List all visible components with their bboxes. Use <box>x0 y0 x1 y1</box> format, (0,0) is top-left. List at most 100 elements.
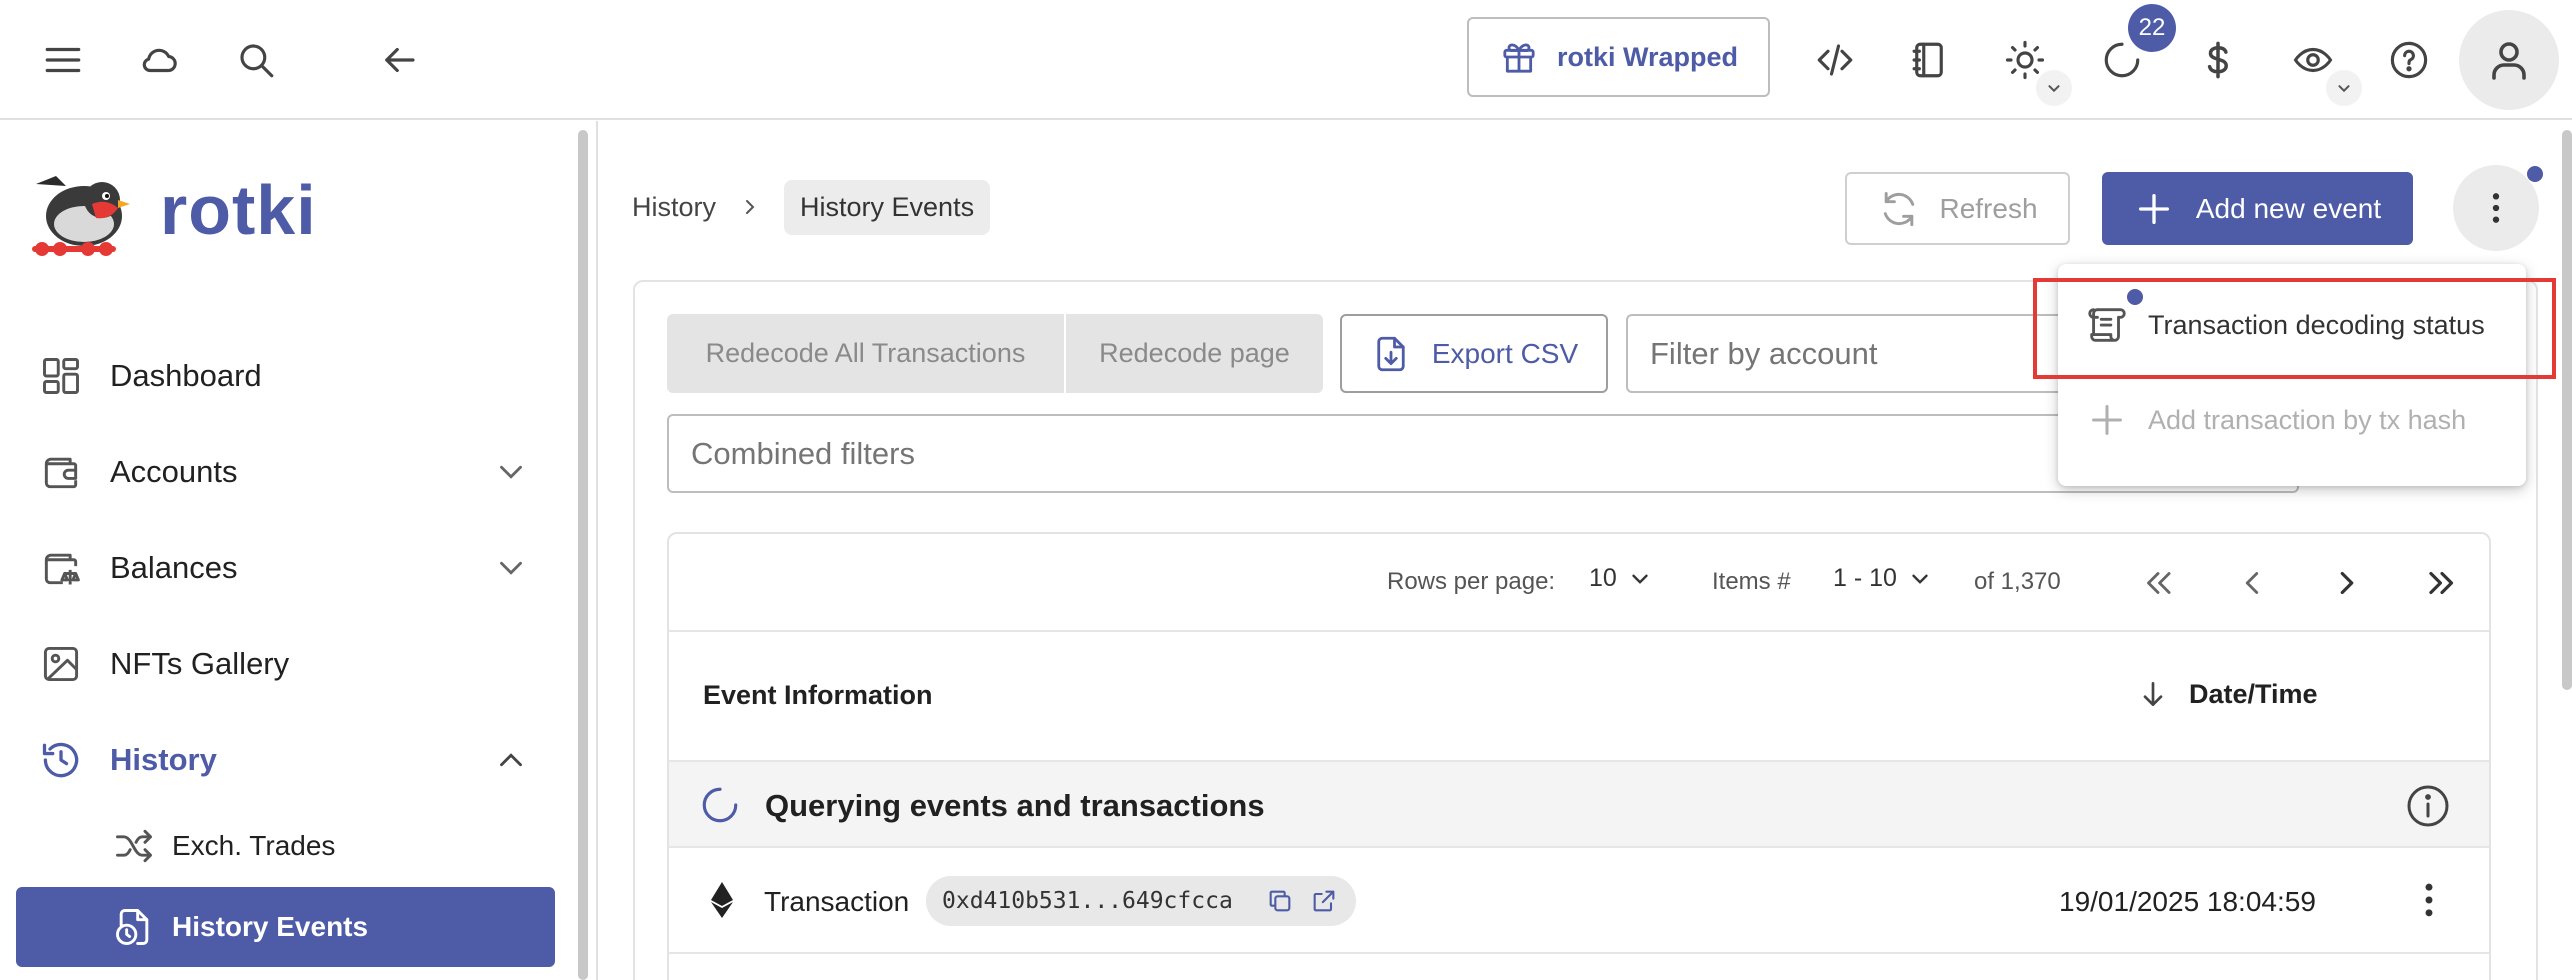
chevron-up-icon <box>500 753 522 767</box>
main-scrollbar[interactable] <box>2562 130 2572 690</box>
plus-icon <box>2092 405 2122 435</box>
refresh-button[interactable]: Refresh <box>1845 172 2070 245</box>
pagination-bar: Rows per page: 10 Items # 1 - 10 of 1,37… <box>669 534 2489 632</box>
column-date-time[interactable]: Date/Time <box>2137 678 2318 710</box>
sidebar-item-label: History <box>110 742 217 777</box>
querying-status-label: Querying events and transactions <box>765 788 1265 823</box>
chevron-down-icon <box>1632 574 1648 584</box>
cloud-icon[interactable] <box>124 25 194 95</box>
sidebar-item-exch-trades[interactable]: Exch. Trades <box>16 806 555 886</box>
tx-hash-chip: 0xd410b531...649cfcca <box>926 876 1356 926</box>
back-arrow-icon[interactable] <box>364 25 434 95</box>
sidebar-item-label: Balances <box>110 550 238 585</box>
sidebar-item-nfts-gallery[interactable]: NFTs Gallery <box>16 623 556 705</box>
sidebar-item-dashboard[interactable]: Dashboard <box>16 335 556 417</box>
history-icon <box>38 737 84 783</box>
breadcrumb: History History Events <box>632 178 991 236</box>
rotki-logo-icon <box>32 176 130 256</box>
menu-item-add-transaction-by-tx-hash[interactable]: Add transaction by tx hash <box>2058 375 2526 465</box>
sidebar-item-label: History Events <box>172 911 369 942</box>
sort-arrow-down-icon <box>2143 682 2163 706</box>
breadcrumb-current: History Events <box>784 179 991 235</box>
rows-per-page-select[interactable]: 10 <box>1589 564 1653 593</box>
event-date: 19/01/2025 18:04:59 <box>2059 886 2316 917</box>
user-icon <box>2485 36 2533 84</box>
rows-per-page-value: 10 <box>1589 564 1617 592</box>
refresh-icon <box>1877 187 1921 231</box>
copy-icon[interactable] <box>1266 887 1294 915</box>
event-type-label: Transaction <box>764 886 910 917</box>
code-icon[interactable] <box>1800 25 1870 95</box>
items-label: Items # <box>1712 568 1791 595</box>
breadcrumb-history[interactable]: History <box>632 192 716 223</box>
add-new-event-label: Add new event <box>2195 192 2382 224</box>
items-range-value: 1 - 10 <box>1833 564 1897 592</box>
filter-by-account-input[interactable]: Filter by account <box>1626 314 2076 393</box>
items-range-select[interactable]: 1 - 10 <box>1833 564 1933 593</box>
menu-item-label: Add transaction by tx hash <box>2148 404 2467 435</box>
first-page-icon[interactable] <box>2131 556 2185 610</box>
chevron-down-icon <box>500 561 522 575</box>
redecode-button-group: Redecode All Transactions Redecode page <box>667 314 1323 393</box>
sidebar-item-label: NFTs Gallery <box>110 646 290 681</box>
info-icon[interactable] <box>2404 782 2452 830</box>
rotki-wrapped-button[interactable]: rotki Wrapped <box>1467 17 1770 97</box>
row-more-options-icon[interactable] <box>2407 878 2451 922</box>
sidebar-item-label: Exch. Trades <box>172 830 336 861</box>
chevron-right-icon <box>738 195 762 219</box>
decoding-status-indicator-dot <box>2127 289 2143 305</box>
menu-icon[interactable] <box>28 25 98 95</box>
chevron-down-icon <box>500 465 522 479</box>
menu-item-label: Transaction decoding status <box>2148 309 2485 340</box>
gift-icon <box>1499 37 1539 77</box>
dashboard-icon <box>38 353 84 399</box>
sidebar-scrollbar[interactable] <box>578 130 588 980</box>
privacy-dropdown-chevron-icon[interactable] <box>2326 70 2362 106</box>
chevron-down-icon <box>1912 574 1928 584</box>
balances-icon <box>38 545 84 591</box>
external-link-icon[interactable] <box>1310 887 1338 915</box>
logo-text: rotki <box>160 171 317 249</box>
next-page-icon[interactable] <box>2320 556 2374 610</box>
export-csv-button[interactable]: Export CSV <box>1340 314 1608 393</box>
last-page-icon[interactable] <box>2415 556 2469 610</box>
sidebar-item-label: Dashboard <box>110 358 262 393</box>
more-options-button[interactable] <box>2453 165 2539 251</box>
more-options-indicator-dot <box>2527 166 2543 182</box>
shuffle-icon <box>112 824 156 868</box>
sidebar-item-history[interactable]: History <box>16 719 556 801</box>
total-items: of 1,370 <box>1974 568 2061 595</box>
combined-filters-input[interactable]: Combined filters <box>667 414 2299 493</box>
loading-spinner-icon <box>702 787 738 823</box>
redecode-page-button[interactable]: Redecode page <box>1064 314 1323 393</box>
plus-icon <box>2134 189 2174 229</box>
column-date-time-label: Date/Time <box>2189 678 2318 709</box>
theme-dropdown-chevron-icon[interactable] <box>2036 70 2072 106</box>
column-event-information: Event Information <box>703 680 933 710</box>
querying-status-row: Querying events and transactions <box>669 762 2489 848</box>
table-row[interactable]: Transaction 0xd410b531...649cfcca 19/01/… <box>669 848 2489 954</box>
ethereum-icon <box>711 882 733 918</box>
sidebar-item-label: Accounts <box>110 454 238 489</box>
notes-icon[interactable] <box>1894 25 1964 95</box>
tx-hash-value: 0xd410b531...649cfcca <box>942 888 1233 914</box>
refresh-label: Refresh <box>1939 192 2038 224</box>
scroll-icon <box>2088 308 2126 342</box>
redecode-all-button[interactable]: Redecode All Transactions <box>667 314 1064 393</box>
rotki-wrapped-label: rotki Wrapped <box>1556 41 1739 72</box>
sidebar-item-history-events[interactable]: History Events <box>16 887 555 967</box>
rows-per-page-label: Rows per page: <box>1387 568 1556 595</box>
sidebar-item-balances[interactable]: Balances <box>16 527 556 609</box>
currency-icon[interactable] <box>2183 25 2253 95</box>
user-menu-button[interactable] <box>2459 10 2559 110</box>
help-icon[interactable] <box>2374 25 2444 95</box>
add-new-event-button[interactable]: Add new event <box>2102 172 2413 245</box>
sidebar-item-accounts[interactable]: Accounts <box>16 431 556 513</box>
events-table: Rows per page: 10 Items # 1 - 10 of 1,37… <box>667 532 2491 980</box>
search-icon[interactable] <box>221 25 291 95</box>
file-download-icon <box>1370 333 1412 375</box>
history-events-icon <box>112 905 156 949</box>
previous-page-icon[interactable] <box>2225 556 2279 610</box>
image-icon <box>38 641 84 687</box>
notification-badge: 22 <box>2128 4 2176 52</box>
